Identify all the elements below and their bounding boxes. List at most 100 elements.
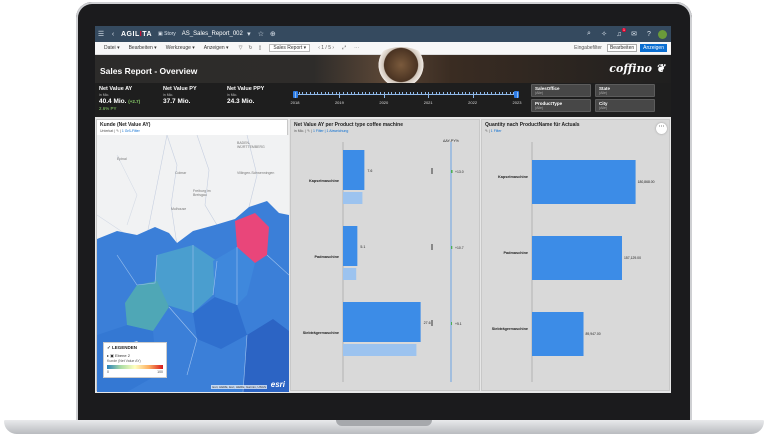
bookmark-icon[interactable]: ▯ bbox=[259, 45, 262, 51]
menu-file[interactable]: Datei ▾ bbox=[104, 45, 120, 51]
timeline-tick bbox=[376, 92, 378, 95]
geo-map[interactable]: Épinal Colmar Freiburg im Breisgau Mulho… bbox=[97, 135, 289, 392]
timeline-tick bbox=[343, 92, 345, 95]
page-select[interactable]: Sales Report ▾ bbox=[269, 44, 311, 52]
filter-salesoffice[interactable]: SalesOffice (Alle) bbox=[531, 84, 591, 97]
shell-bar: ☰ ‹ AGILITA ▣ Story AS_Sales_Report_002 … bbox=[95, 26, 671, 42]
timeline-tick bbox=[335, 92, 337, 95]
menu-view[interactable]: Anzeigen ▾ bbox=[204, 45, 229, 51]
timeline-tick bbox=[428, 92, 430, 98]
map-label-freiburg: Freiburg im Breisgau bbox=[193, 189, 211, 197]
back-arrow-icon[interactable]: ‹ bbox=[107, 31, 119, 38]
timeline-tick bbox=[324, 92, 326, 95]
delta-label-0: +13.0 bbox=[455, 170, 464, 174]
timeline-tick bbox=[406, 92, 407, 95]
timeline-tick bbox=[450, 92, 452, 95]
map-label-epinal: Épinal bbox=[117, 157, 127, 161]
delta-bar-2[interactable] bbox=[451, 322, 452, 325]
global-icon[interactable]: ⊕ bbox=[267, 30, 279, 38]
quantity-bar-0[interactable] bbox=[532, 160, 636, 204]
timeline-year-2022[interactable]: 2022 bbox=[468, 100, 477, 105]
net-value-bar-chart[interactable]: ΔAY-PY% Kapselmaschine 7.6 +13.0 Padmaschine… bbox=[291, 120, 481, 392]
net-value-bar-ay-0[interactable] bbox=[343, 150, 365, 190]
coffino-logo: coffino ❦ bbox=[609, 62, 665, 75]
map-label-baden-wuerttemberg: BADEN-WÜRTTEMBERG bbox=[237, 141, 265, 149]
filter-city[interactable]: City (Alle) bbox=[595, 99, 655, 112]
timeline-year-2018[interactable]: 2018 bbox=[291, 100, 300, 105]
quantity-bar-chart[interactable]: Kapselmaschine 180,868.00 Padmaschine 157,1… bbox=[482, 120, 671, 392]
search-icon[interactable]: ⌕ bbox=[583, 30, 595, 38]
legend-layer[interactable]: ▸ ▣ Ebene 2 bbox=[107, 353, 163, 358]
timeline-tick bbox=[306, 92, 308, 95]
user-avatar[interactable] bbox=[658, 29, 667, 39]
timeline-tick bbox=[398, 92, 400, 95]
net-value-bar-ay-2[interactable] bbox=[343, 302, 421, 342]
quantity-bar-1[interactable] bbox=[532, 236, 622, 280]
net-value-bar-py-0[interactable] bbox=[343, 192, 363, 204]
filter-panel: SalesOffice (Alle) State (Alle) ProductTyp… bbox=[531, 84, 655, 114]
timeline-year-2019[interactable]: 2019 bbox=[335, 100, 344, 105]
lightbulb-icon[interactable]: ✧ bbox=[598, 30, 610, 38]
menu-edit[interactable]: Bearbeiten ▾ bbox=[129, 45, 157, 51]
kpi-net-value-ppy[interactable]: Net Value PPY in Mio. 24.3 Mio. bbox=[227, 86, 264, 105]
laptop-notch bbox=[336, 420, 432, 426]
net-value-bar-ay-1[interactable] bbox=[343, 226, 358, 266]
timeline-tick bbox=[391, 92, 393, 95]
net-value-bar-py-1[interactable] bbox=[343, 268, 357, 280]
net-value-bar-py-2[interactable] bbox=[343, 344, 417, 356]
net-value-label-2: 27.6 bbox=[424, 321, 431, 325]
legend-max: 100 bbox=[157, 370, 163, 374]
file-name[interactable]: AS_Sales_Report_002 bbox=[182, 31, 243, 37]
kpi-bar: Net Value AY in Mio. 40.4 Mio. (+2.7) 2.… bbox=[95, 83, 671, 117]
year-timeline-slider[interactable]: 2018 2019 2020 2021 2022 2023 bbox=[291, 91, 521, 109]
timeline-tick bbox=[435, 92, 437, 95]
timeline-year-2023[interactable]: 2023 bbox=[513, 100, 522, 105]
view-button[interactable]: Anzeigen bbox=[640, 44, 667, 52]
timeline-tick bbox=[354, 92, 356, 95]
toolbar-right: Eingabefilter Bearbeiten Anzeigen bbox=[572, 44, 671, 52]
discussions-icon[interactable]: ✉ bbox=[628, 30, 640, 38]
timeline-tick bbox=[513, 92, 515, 95]
timeline-tick bbox=[439, 92, 441, 95]
delta-bar-0[interactable] bbox=[451, 170, 453, 173]
input-control-button[interactable]: Eingabefilter bbox=[572, 45, 604, 51]
timeline-year-2021[interactable]: 2021 bbox=[424, 100, 433, 105]
timeline-tick bbox=[357, 92, 359, 95]
hamburger-menu-icon[interactable]: ☰ bbox=[95, 30, 107, 38]
timeline-tick bbox=[509, 92, 511, 95]
timeline-year-2020[interactable]: 2020 bbox=[379, 100, 388, 105]
refresh-icon[interactable]: ↻ bbox=[248, 45, 252, 51]
timeline-tick bbox=[332, 92, 333, 95]
filter-state[interactable]: State (Alle) bbox=[595, 84, 655, 97]
delta-bar-1[interactable] bbox=[451, 246, 453, 249]
timeline-tick bbox=[365, 92, 367, 95]
notifications-icon[interactable]: ♫ 1 bbox=[613, 27, 626, 38]
quantity-bar-2[interactable] bbox=[532, 312, 584, 356]
fullscreen-icon[interactable]: ⤢ bbox=[342, 45, 346, 51]
timeline-tick bbox=[313, 92, 315, 95]
edit-button[interactable]: Bearbeiten bbox=[606, 44, 638, 52]
timeline-tick bbox=[461, 92, 463, 95]
timeline-tick bbox=[320, 92, 322, 95]
timeline-tick bbox=[309, 92, 311, 95]
more-icon[interactable]: ⋯ bbox=[354, 45, 359, 51]
legend-measure: Kunde (Net Value AY) bbox=[107, 359, 141, 363]
map-attribution: Esri, HERE, Esri, HERE, Garmin, USGS bbox=[211, 385, 267, 389]
coffee-cup-image bbox=[371, 47, 431, 87]
map-label-colmar: Colmar bbox=[175, 171, 187, 175]
filter-icon[interactable]: ▽ bbox=[239, 45, 243, 51]
timeline-tick bbox=[409, 92, 411, 95]
map-panel: Kunde (Net Value AY) Unterkat | ✎ | 1 Gr… bbox=[96, 119, 289, 392]
kpi-net-value-ay[interactable]: Net Value AY in Mio. 40.4 Mio. (+2.7) 2.… bbox=[99, 86, 140, 111]
help-icon[interactable]: ? bbox=[643, 31, 655, 38]
filter-producttype[interactable]: ProductType (Alle) bbox=[531, 99, 591, 112]
favorite-star-icon[interactable]: ☆ bbox=[255, 30, 267, 38]
map-subtitle: Unterkat | ✎ | 1 Grß-Filter bbox=[100, 129, 140, 133]
kpi-net-value-py[interactable]: Net Value PY in Mio. 37.7 Mio. bbox=[163, 86, 197, 105]
menu-tools[interactable]: Werkzeuge ▾ bbox=[166, 45, 195, 51]
timeline-tick bbox=[454, 92, 456, 95]
timeline-tick bbox=[472, 92, 474, 98]
timeline-tick bbox=[457, 92, 459, 95]
dropdown-chevron-icon[interactable]: ▾ bbox=[243, 30, 255, 38]
map-legend[interactable]: ✓ LEGENDEN ▸ ▣ Ebene 2 Kunde (Net Value … bbox=[103, 342, 167, 378]
